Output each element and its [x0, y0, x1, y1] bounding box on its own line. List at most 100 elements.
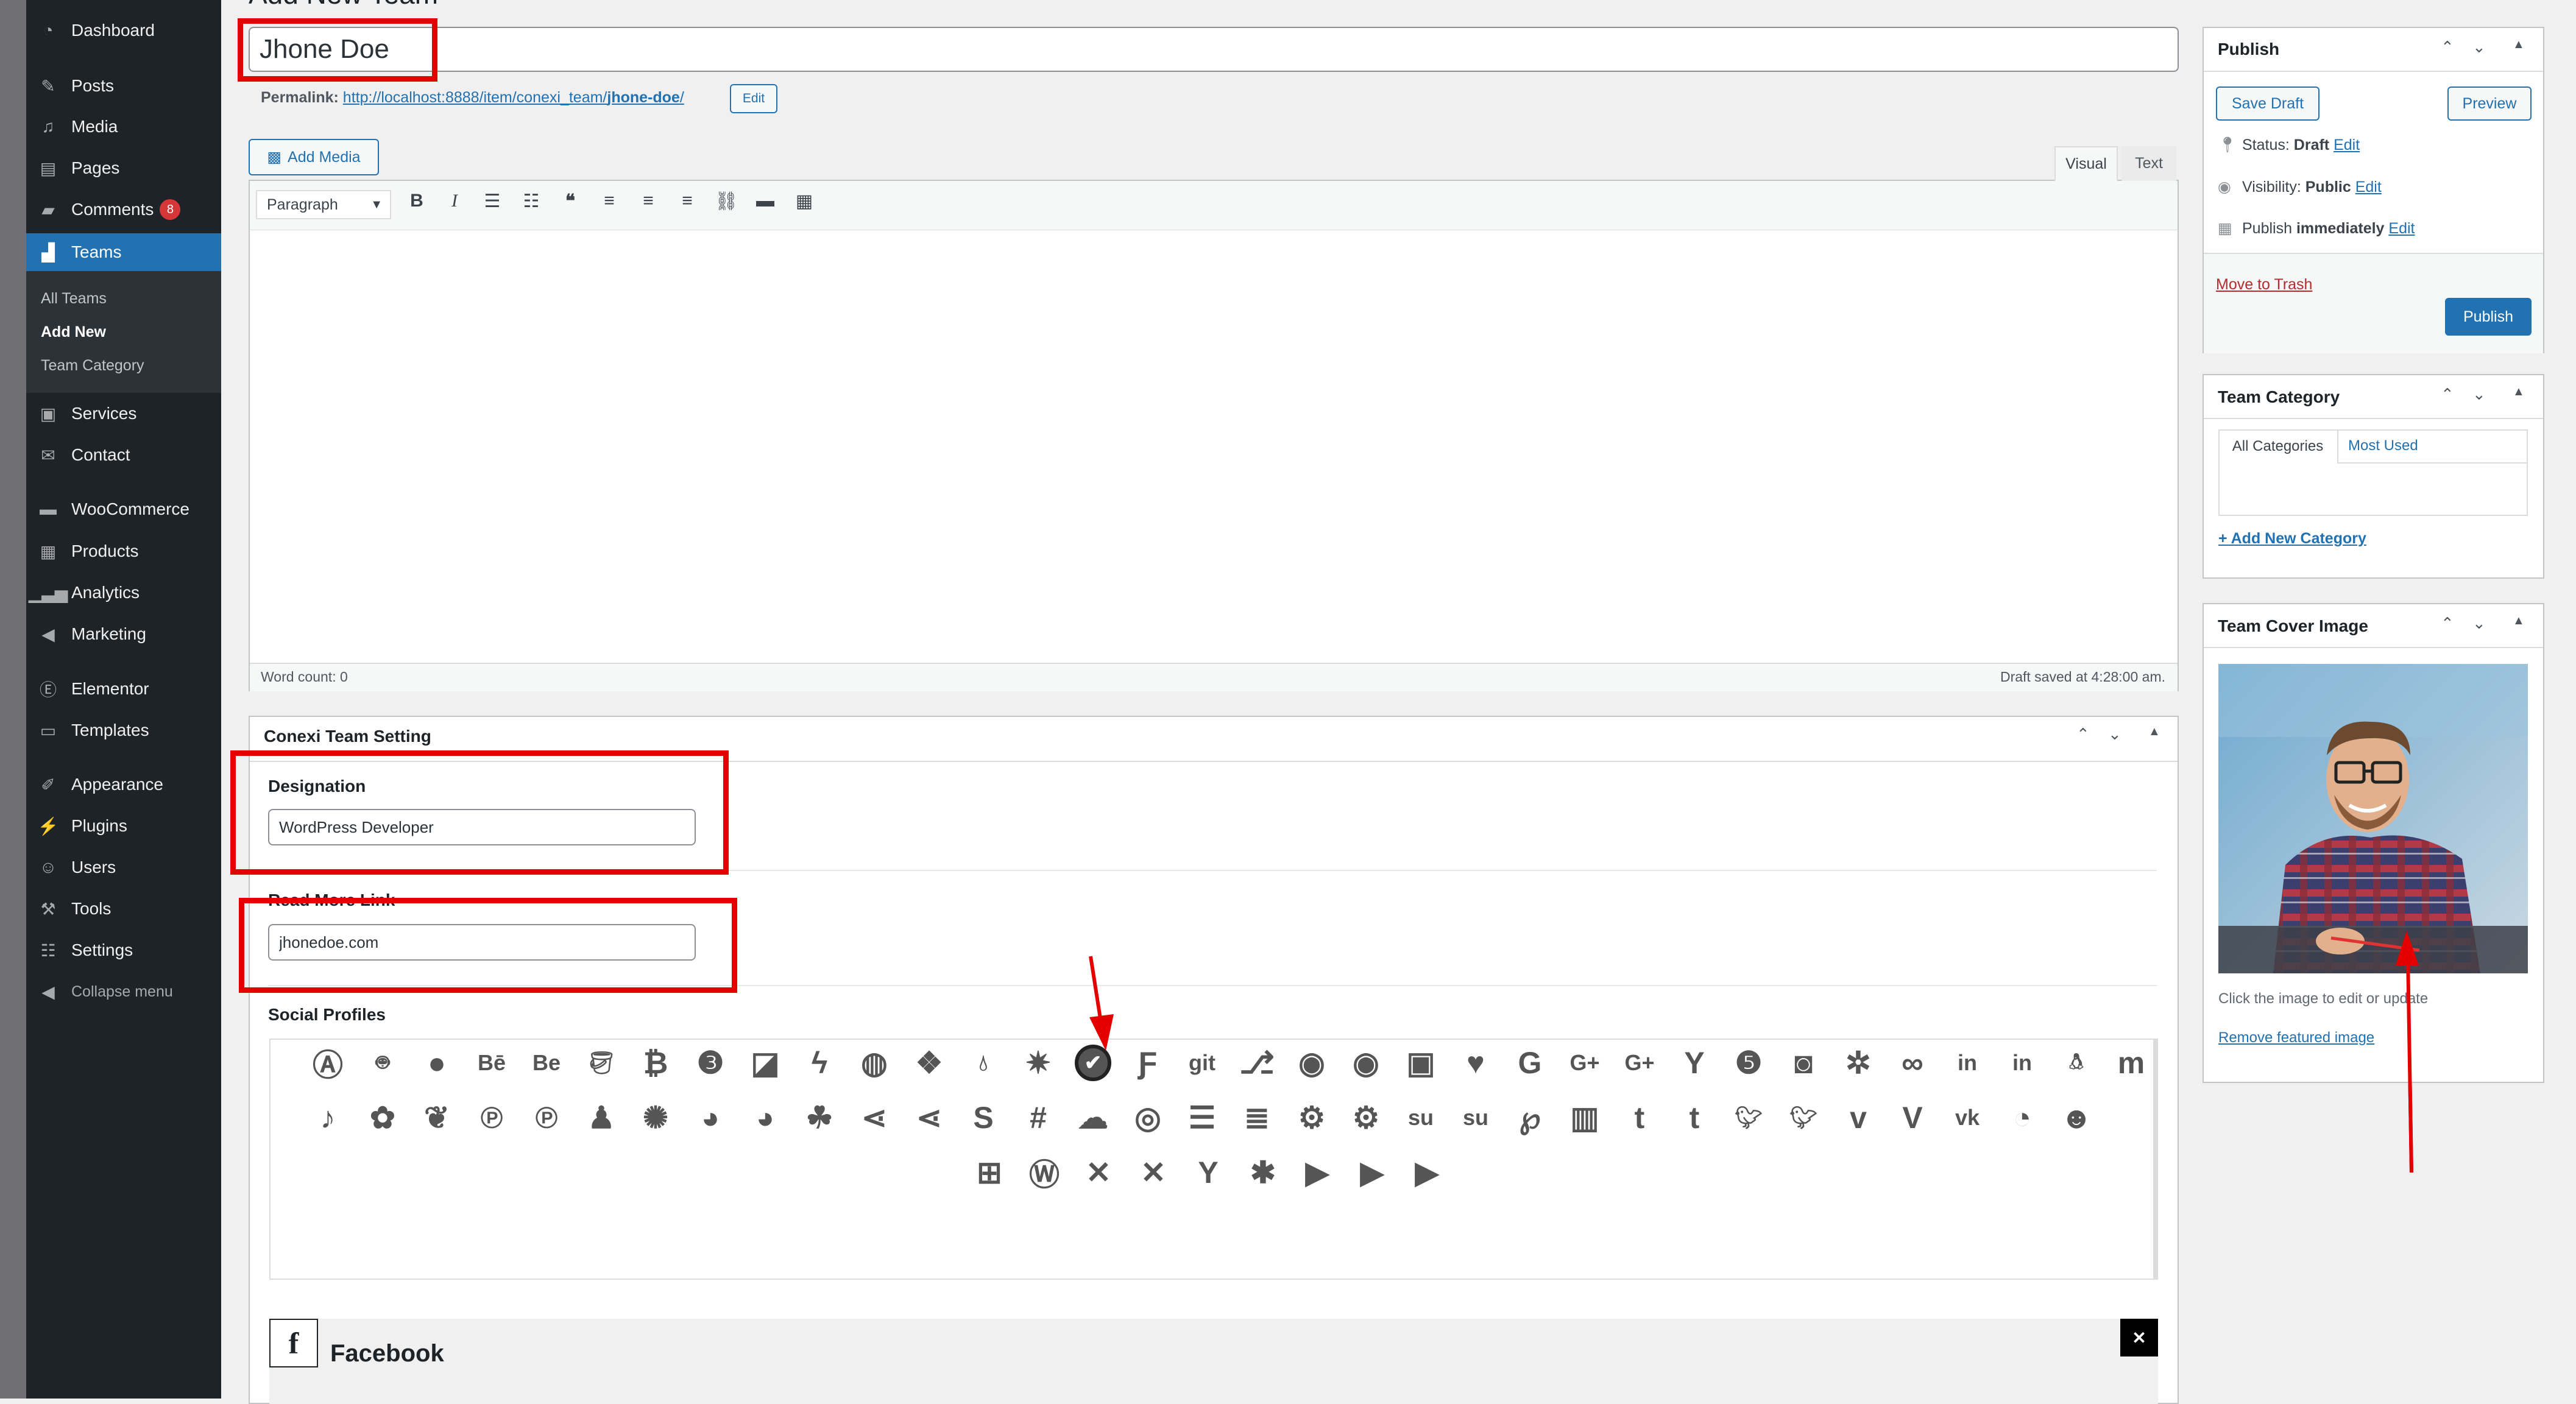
save-draft-button[interactable]: Save Draft — [2216, 86, 2319, 121]
vimeo-square-icon[interactable]: v — [1840, 1099, 1877, 1136]
linux-icon[interactable]: 🐧︎ — [2058, 1045, 2095, 1081]
remove-featured-image-link[interactable]: Remove featured image — [2218, 1029, 2374, 1046]
xing-square-icon[interactable]: ✕ — [1135, 1154, 1172, 1191]
move-down-icon[interactable]: ⌄ — [2472, 614, 2486, 633]
menu-item-users[interactable]: ☺ Users — [26, 849, 221, 886]
permalink-link[interactable]: http://localhost:8888/item/conexi_team/j… — [343, 89, 684, 106]
move-up-icon[interactable]: ⌃ — [2441, 614, 2454, 633]
tab-text[interactable]: Text — [2121, 146, 2176, 181]
instagram-icon[interactable]: ◙ — [1785, 1045, 1822, 1081]
toggle-panel-icon[interactable]: ▲ — [2513, 614, 2525, 628]
pinterest-square-icon[interactable]: ℗ — [528, 1099, 565, 1136]
editor-body[interactable] — [250, 230, 2178, 663]
twitter-square-icon[interactable]: 🐦︎ — [1785, 1099, 1822, 1136]
tiktok-icon[interactable]: ♪ — [310, 1099, 346, 1136]
submenu-all-teams[interactable]: All Teams — [26, 283, 221, 314]
visibility-edit-link[interactable]: Edit — [2355, 178, 2382, 196]
menu-item-contact[interactable]: ✉ Contact — [26, 437, 221, 473]
renren-icon[interactable]: ☘ — [801, 1099, 838, 1136]
google-plus-square-icon[interactable]: G+ — [1621, 1045, 1658, 1081]
delicious-icon[interactable]: ◪ — [747, 1045, 784, 1081]
tab-visual[interactable]: Visual — [2054, 146, 2118, 181]
move-to-trash-link[interactable]: Move to Trash — [2216, 276, 2312, 294]
behance-icon[interactable]: Bē — [473, 1045, 510, 1081]
vk-icon[interactable]: vk — [1949, 1099, 1986, 1136]
cover-image-thumbnail[interactable] — [2218, 664, 2528, 973]
wordpress-icon[interactable]: Ⓦ — [1026, 1154, 1063, 1192]
move-up-icon[interactable]: ⌃ — [2441, 385, 2454, 404]
move-up-icon[interactable]: ⌃ — [2441, 38, 2454, 57]
menu-item-tools[interactable]: ⚒ Tools — [26, 891, 221, 927]
github-alt-icon[interactable]: ◉ — [1348, 1045, 1384, 1081]
permalink-edit-button[interactable]: Edit — [730, 84, 777, 113]
tencent-weibo-icon[interactable]: ℘ — [1512, 1099, 1548, 1136]
skype-icon[interactable]: S — [965, 1099, 1002, 1136]
menu-item-woocommerce[interactable]: ▬ WooCommerce — [26, 491, 221, 527]
google-plus-icon[interactable]: G+ — [1566, 1045, 1603, 1081]
share-alt-square-icon[interactable]: ⋖ — [911, 1099, 947, 1136]
add-media-button[interactable]: ▩ Add Media — [249, 139, 379, 175]
menu-item-analytics[interactable]: ▁▃▅ Analytics — [26, 574, 221, 611]
numbered-list-icon[interactable]: ☷ — [519, 191, 543, 212]
rebel-icon[interactable]: ✺ — [637, 1099, 674, 1136]
preview-button[interactable]: Preview — [2447, 86, 2532, 121]
format-select[interactable]: Paragraph ▼ — [256, 190, 391, 219]
joomla-icon[interactable]: ✲ — [1840, 1045, 1877, 1081]
tab-most-used[interactable]: Most Used — [2337, 429, 2528, 464]
toggle-panel-icon[interactable]: ▲ — [2513, 38, 2525, 52]
foursquare-icon[interactable]: Ƒ — [1130, 1045, 1166, 1081]
hacker-news-icon[interactable]: Y — [1676, 1045, 1713, 1081]
dribbble-icon[interactable]: ◍ — [856, 1045, 893, 1081]
android-icon[interactable]: 🤖︎ — [364, 1045, 401, 1081]
lastfm-icon[interactable]: ∞ — [1894, 1045, 1931, 1081]
drupal-icon[interactable]: 💧︎ — [965, 1045, 1002, 1081]
leaf-icon[interactable]: ✿ — [364, 1099, 401, 1136]
stack-overflow-icon[interactable]: ≣ — [1239, 1099, 1275, 1136]
share-alt-icon[interactable]: ⋖ — [856, 1099, 893, 1136]
post-title-input[interactable] — [249, 27, 2179, 72]
trello-icon[interactable]: ▥ — [1566, 1099, 1603, 1136]
menu-item-pages[interactable]: ▤ Pages — [26, 150, 221, 186]
dropbox-icon[interactable]: ❖ — [911, 1045, 947, 1081]
menu-item-posts[interactable]: ✎ Posts — [26, 68, 221, 104]
stack-exchange-icon[interactable]: ☰ — [1184, 1099, 1220, 1136]
twitter-icon[interactable]: 🐦︎ — [1730, 1099, 1767, 1136]
weixin-icon[interactable]: ☻ — [2058, 1099, 2095, 1136]
reddit-square-icon[interactable]: ◕ — [747, 1099, 784, 1136]
weibo-icon[interactable]: ◔ — [2004, 1099, 2040, 1136]
youtube-square-icon[interactable]: ▶ — [1409, 1154, 1445, 1191]
menu-item-media[interactable]: ♫ Media — [26, 108, 221, 145]
menu-item-marketing[interactable]: ◀ Marketing — [26, 616, 221, 652]
reddit-icon[interactable]: ◕ — [692, 1099, 729, 1136]
windows-icon[interactable]: ⊞ — [971, 1154, 1008, 1191]
vine-icon[interactable]: V — [1894, 1099, 1931, 1136]
collapse-menu[interactable]: ◀ Collapse menu — [26, 973, 221, 1010]
youtube-icon[interactable]: ▶ — [1299, 1154, 1336, 1191]
align-right-icon[interactable]: ≡ — [675, 191, 699, 211]
submenu-team-category[interactable]: Team Category — [26, 350, 221, 381]
steam-icon[interactable]: ⚙ — [1293, 1099, 1330, 1136]
menu-item-dashboard[interactable]: ◔ Dashboard — [26, 12, 221, 49]
linkedin-icon[interactable]: in — [1949, 1045, 1986, 1081]
soundcloud-icon[interactable]: ☁ — [1075, 1099, 1111, 1136]
xing-icon[interactable]: ✕ — [1080, 1154, 1117, 1191]
slack-icon[interactable]: # — [1020, 1099, 1056, 1136]
menu-item-teams[interactable]: ▟ Teams — [26, 233, 221, 271]
empire-icon[interactable]: ✷ — [1020, 1045, 1056, 1081]
behance-square-icon[interactable]: Be — [528, 1045, 565, 1081]
yelp-icon[interactable]: ✱ — [1245, 1154, 1281, 1191]
bold-icon[interactable]: B — [405, 191, 429, 211]
toggle-panel-icon[interactable]: ▲ — [2148, 725, 2160, 739]
github-square-icon[interactable]: ▣ — [1403, 1045, 1439, 1081]
submenu-add-new[interactable]: Add New — [26, 317, 221, 347]
publish-button[interactable]: Publish — [2445, 298, 2532, 336]
link-icon[interactable]: ⛓ — [714, 191, 738, 212]
align-left-icon[interactable]: ≡ — [597, 191, 621, 211]
git-square-icon[interactable]: git — [1184, 1045, 1220, 1081]
move-down-icon[interactable]: ⌄ — [2472, 38, 2486, 57]
italic-icon[interactable]: I — [442, 191, 467, 211]
stumbleupon-icon[interactable]: su — [1403, 1099, 1439, 1136]
css3-icon[interactable]: ❸ — [692, 1045, 729, 1081]
linkedin-square-icon[interactable]: in — [2004, 1045, 2040, 1081]
tumblr-icon[interactable]: t — [1621, 1099, 1658, 1136]
